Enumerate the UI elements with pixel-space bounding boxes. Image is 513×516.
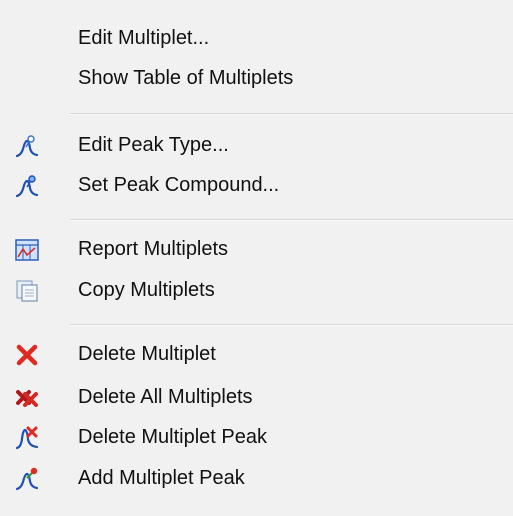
- menu-item-copy-multiplets[interactable]: Copy Multiplets: [0, 270, 513, 310]
- peak-compound-icon: [14, 173, 40, 199]
- menu-separator: [70, 219, 513, 221]
- delete-all-icon: [14, 385, 40, 411]
- context-menu: Edit Multiplet... Show Table of Multiple…: [0, 0, 513, 516]
- menu-item-label: Delete All Multiplets: [78, 386, 253, 408]
- menu-item-delete-multiplet[interactable]: Delete Multiplet: [0, 334, 513, 374]
- delete-x-icon: [14, 342, 40, 368]
- report-icon: [14, 237, 40, 263]
- menu-item-label: Add Multiplet Peak: [78, 467, 245, 489]
- peak-type-icon: [14, 133, 40, 159]
- menu-item-label: Delete Multiplet Peak: [78, 426, 267, 448]
- menu-item-report-multiplets[interactable]: Report Multiplets: [0, 229, 513, 269]
- menu-item-label: Show Table of Multiplets: [78, 67, 294, 89]
- menu-item-label: Edit Multiplet...: [78, 27, 210, 49]
- menu-item-delete-multiplet-peak[interactable]: Delete Multiplet Peak: [0, 417, 513, 457]
- menu-item-edit-peak-type[interactable]: Edit Peak Type...: [0, 125, 513, 165]
- menu-separator: [70, 113, 513, 115]
- menu-item-label: Edit Peak Type...: [78, 134, 229, 156]
- menu-item-label: Set Peak Compound...: [78, 174, 280, 196]
- menu-separator: [70, 324, 513, 326]
- add-peak-icon: [14, 466, 40, 492]
- menu-item-label: Report Multiplets: [78, 238, 229, 260]
- menu-item-edit-multiplet[interactable]: Edit Multiplet...: [0, 18, 513, 58]
- menu-item-show-table-of-multiplets[interactable]: Show Table of Multiplets: [0, 58, 513, 98]
- menu-item-label: Copy Multiplets: [78, 279, 215, 301]
- menu-item-delete-all-multiplets[interactable]: Delete All Multiplets: [0, 377, 513, 417]
- copy-icon: [14, 278, 40, 304]
- delete-peak-icon: [14, 425, 40, 451]
- menu-item-add-multiplet-peak[interactable]: Add Multiplet Peak: [0, 458, 513, 498]
- menu-item-label: Delete Multiplet: [78, 343, 216, 365]
- menu-item-set-peak-compound[interactable]: Set Peak Compound...: [0, 165, 513, 205]
